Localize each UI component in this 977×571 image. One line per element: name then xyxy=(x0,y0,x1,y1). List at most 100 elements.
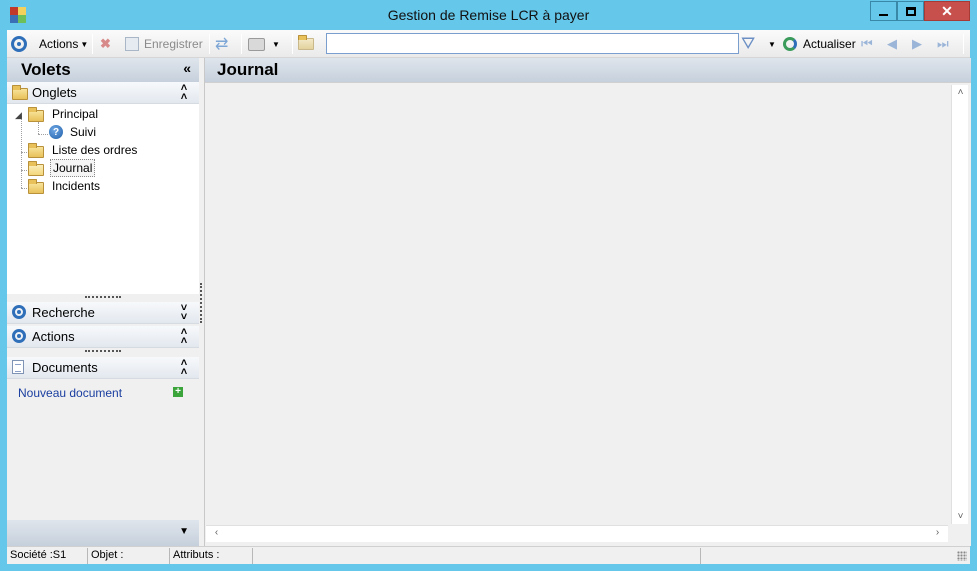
close-icon: ✕ xyxy=(941,3,953,19)
scroll-right-icon[interactable]: › xyxy=(929,527,946,538)
maximize-button[interactable] xyxy=(897,1,924,21)
print-button[interactable]: ▼ xyxy=(248,34,280,54)
sync-button[interactable]: ⇄ xyxy=(215,34,228,54)
status-bar: Société :S1 Objet : Attributs : xyxy=(7,546,970,564)
minimize-button[interactable] xyxy=(870,1,897,21)
documents-section-header[interactable]: Documents ˄ ˄ xyxy=(7,357,199,379)
chevron-down-icon[interactable]: ▼ xyxy=(179,526,189,537)
tree-item-label: Liste des ordres xyxy=(52,143,138,157)
actions-label: Actions xyxy=(32,329,75,344)
tree-item-label: Suivi xyxy=(70,125,97,139)
client-area: Actions ▼ ✖ Enregistrer ⇄ ▼ ⛛ ▼ Actualis… xyxy=(7,30,971,564)
close-button[interactable]: ✕ xyxy=(924,1,970,21)
last-icon: ⏭ xyxy=(937,36,949,51)
document-icon xyxy=(12,360,24,374)
expand-section-icon[interactable]: ˅ ˅ xyxy=(178,303,190,323)
resize-grip-icon[interactable] xyxy=(957,551,967,561)
filter-icon: ⛛ xyxy=(741,34,756,53)
scroll-up-icon[interactable]: ˄ xyxy=(952,87,969,98)
delete-button[interactable]: ✖ xyxy=(100,34,111,54)
refresh-icon xyxy=(783,37,797,51)
refresh-label: Actualiser xyxy=(803,37,856,51)
navigation-icon xyxy=(11,36,27,52)
first-record-button[interactable]: ⏮ xyxy=(861,34,873,54)
scroll-down-icon[interactable]: ˅ xyxy=(952,511,969,522)
tree-expander-icon[interactable]: ◢ xyxy=(15,110,22,121)
save-icon xyxy=(125,37,139,51)
horizontal-scrollbar[interactable]: ‹ › xyxy=(206,525,948,542)
actions-section-icon xyxy=(12,329,26,343)
tree-item-liste-des-ordres[interactable]: Liste des ordres xyxy=(28,141,139,159)
tree-item-principal[interactable]: Principal xyxy=(28,105,100,123)
vertical-scrollbar[interactable]: ˄ ˅ xyxy=(951,85,968,524)
tree-item-incidents[interactable]: Incidents xyxy=(28,177,102,195)
filter-dropdown-button[interactable]: ▼ xyxy=(768,34,776,54)
status-attributs: Attributs : xyxy=(170,548,253,564)
previous-record-button[interactable]: ◀ xyxy=(887,34,897,54)
open-folder-button[interactable] xyxy=(298,34,314,54)
onglets-section-header[interactable]: Onglets ˄ ˄ xyxy=(7,82,199,104)
print-dropdown-icon: ▼ xyxy=(272,39,280,49)
page-title: Journal xyxy=(217,60,279,79)
folder-open-icon xyxy=(28,160,44,176)
collapse-section-icon[interactable]: ˄ ˄ xyxy=(178,83,190,103)
status-empty-cell xyxy=(253,548,701,564)
save-label: Enregistrer xyxy=(144,37,203,51)
folder-icon xyxy=(28,178,44,194)
collapse-section-icon[interactable]: ˄ ˄ xyxy=(178,327,190,347)
documents-label: Documents xyxy=(32,360,98,375)
folder-icon xyxy=(28,142,44,158)
volets-header: Volets « xyxy=(7,58,199,82)
folder-icon xyxy=(28,106,44,122)
collapse-pane-icon[interactable]: « xyxy=(183,60,191,76)
search-section-icon xyxy=(12,305,26,319)
minimize-icon xyxy=(879,14,888,16)
recherche-section-header[interactable]: Recherche ˅ ˅ xyxy=(7,302,199,324)
save-button[interactable]: Enregistrer xyxy=(125,34,203,54)
tree-item-label: Journal xyxy=(50,159,96,177)
search-input[interactable] xyxy=(326,33,739,54)
previous-icon: ◀ xyxy=(887,36,897,51)
title-bar[interactable]: Gestion de Remise LCR à payer ✕ xyxy=(0,0,977,30)
status-objet: Objet : xyxy=(88,548,170,564)
volets-footer[interactable]: ▼ xyxy=(7,520,199,546)
actions-section-header[interactable]: Actions ˄ ˄ xyxy=(7,326,199,348)
application-window: Gestion de Remise LCR à payer ✕ Actions … xyxy=(0,0,977,571)
recherche-label: Recherche xyxy=(32,305,95,320)
journal-content[interactable]: ˄ ˅ ‹ › xyxy=(205,82,971,546)
toolbar: Actions ▼ ✖ Enregistrer ⇄ ▼ ⛛ ▼ Actualis… xyxy=(7,30,970,58)
navigation-button[interactable] xyxy=(11,34,27,54)
next-icon: ▶ xyxy=(912,36,922,51)
sync-icon: ⇄ xyxy=(215,36,229,53)
folder-icon xyxy=(12,85,28,100)
filter-button[interactable]: ⛛ xyxy=(741,34,755,54)
help-icon: ? xyxy=(49,125,63,139)
scroll-left-icon[interactable]: ‹ xyxy=(208,527,225,538)
dropdown-arrow-icon: ▼ xyxy=(80,39,89,49)
journal-header: Journal xyxy=(205,58,971,82)
window-title: Gestion de Remise LCR à payer xyxy=(387,7,590,23)
tree-item-suivi[interactable]: ? Suivi xyxy=(49,123,98,141)
refresh-button[interactable]: Actualiser xyxy=(783,34,856,54)
folder-icon xyxy=(298,35,314,50)
print-icon xyxy=(248,37,265,51)
actions-menu-label: Actions xyxy=(39,37,79,51)
section-resize-grip[interactable] xyxy=(85,350,121,353)
chevron-down-icon: ▼ xyxy=(768,39,776,49)
section-resize-grip[interactable] xyxy=(85,296,121,299)
add-icon[interactable]: + xyxy=(173,387,183,397)
collapse-section-icon[interactable]: ˄ ˄ xyxy=(178,358,190,378)
volets-title: Volets xyxy=(21,60,71,79)
new-document-link[interactable]: Nouveau document xyxy=(18,386,122,400)
tree-item-journal[interactable]: Journal xyxy=(28,159,96,177)
onglets-label: Onglets xyxy=(32,85,77,100)
actions-menu-button[interactable]: Actions ▼ xyxy=(39,34,88,54)
last-record-button[interactable]: ⏭ xyxy=(937,34,949,54)
status-societe: Société :S1 xyxy=(7,548,88,564)
tree-item-label: Principal xyxy=(52,107,99,121)
first-icon: ⏮ xyxy=(861,36,873,51)
next-record-button[interactable]: ▶ xyxy=(912,34,922,54)
documents-body: Nouveau document + xyxy=(7,380,199,520)
splitter-grip[interactable] xyxy=(200,283,202,323)
maximize-icon xyxy=(905,6,916,16)
